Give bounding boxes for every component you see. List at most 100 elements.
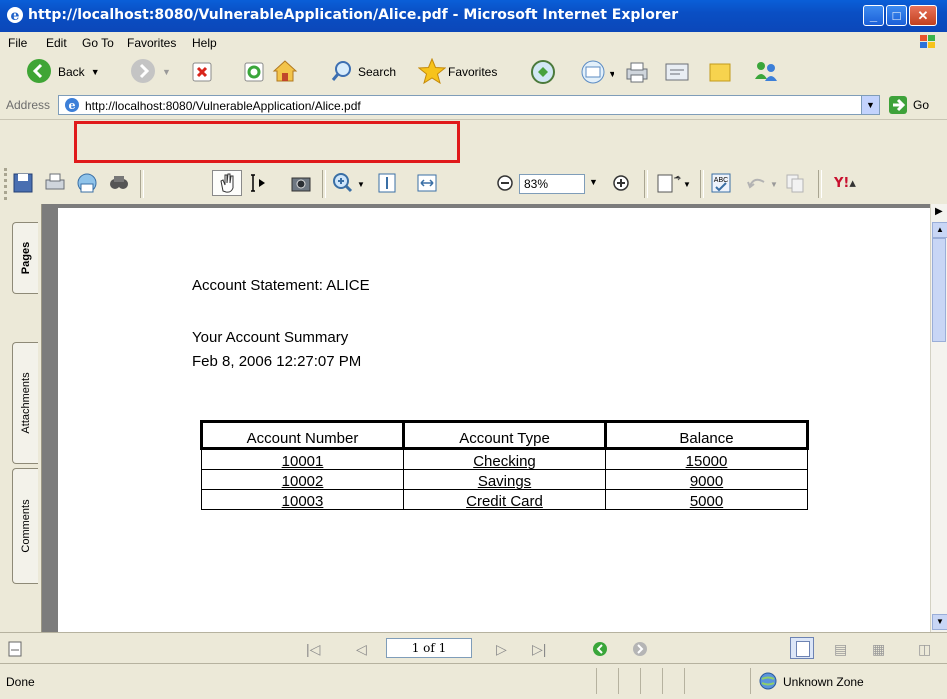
mail-icon[interactable]: ▼	[580, 59, 617, 88]
table-cell: Savings	[403, 469, 606, 490]
zoom-out-icon[interactable]	[496, 174, 518, 196]
acrobat-toolbar: ▼ 83% ▼ ▼ ABC ▼ Y!▴	[0, 164, 947, 205]
document-viewer[interactable]: Account Statement: ALICE Your Account Su…	[42, 204, 930, 632]
zoom-in-icon[interactable]	[612, 174, 634, 196]
go-button[interactable]: Go	[888, 95, 929, 115]
table-row: 10001 Checking 15000	[201, 448, 808, 470]
svg-text:▼: ▼	[770, 180, 778, 189]
address-dropdown-icon[interactable]: ▼	[861, 96, 879, 114]
messenger-icon[interactable]	[752, 59, 780, 88]
back-dropdown-icon[interactable]: ▼	[91, 67, 100, 77]
copy-icon[interactable]	[784, 172, 806, 194]
continuous-layout-icon[interactable]: ▤	[834, 641, 847, 658]
continuous-facing-layout-icon[interactable]: ▦	[872, 641, 885, 658]
column-header-account-number: Account Number	[200, 420, 405, 450]
fit-width-icon[interactable]	[416, 172, 438, 194]
stop-icon[interactable]	[192, 62, 212, 85]
scroll-down-icon[interactable]: ▼	[932, 614, 947, 630]
tab-pages[interactable]: Pages	[12, 222, 38, 294]
separator	[818, 170, 822, 198]
back-button[interactable]: Back ▼	[26, 58, 100, 86]
previous-page-icon[interactable]: ◁	[356, 641, 367, 658]
last-page-icon[interactable]: ▷|	[532, 641, 546, 658]
status-bar: Done Unknown Zone	[0, 663, 947, 699]
scroll-up-icon[interactable]: ▲	[932, 222, 947, 238]
page-number-field[interactable]: 1 of 1	[386, 638, 472, 658]
table-cell: 9000	[605, 469, 808, 490]
table-header-row: Account Number Account Type Balance	[200, 420, 809, 450]
menu-favorites[interactable]: Favorites	[127, 36, 176, 50]
zone-cell: Unknown Zone	[750, 668, 947, 694]
vertical-scrollbar[interactable]: ▶ ▲ ▼	[930, 204, 947, 632]
table-cell: Checking	[403, 448, 606, 470]
zoom-level-field[interactable]: 83%	[519, 174, 585, 194]
column-header-account-type: Account Type	[402, 420, 607, 450]
print-icon[interactable]	[44, 172, 66, 194]
snapshot-icon[interactable]	[290, 172, 312, 194]
print-icon[interactable]	[624, 60, 650, 87]
menu-bar: File Edit Go To Favorites Help	[0, 32, 947, 54]
spell-check-icon[interactable]: ABC	[710, 172, 732, 194]
zoom-dropdown-icon[interactable]: ▼	[589, 177, 598, 187]
menu-edit[interactable]: Edit	[46, 36, 67, 50]
menu-go-to[interactable]: Go To	[82, 36, 114, 50]
tab-comments-label: Comments	[19, 499, 32, 553]
search-button[interactable]: Search	[330, 58, 396, 86]
media-icon[interactable]	[530, 59, 556, 88]
statement-heading: Account Statement: ALICE	[192, 277, 370, 294]
toolbar-grip[interactable]	[4, 168, 11, 200]
page-options-icon[interactable]	[8, 641, 22, 660]
previous-view-icon[interactable]	[592, 641, 608, 660]
first-page-icon[interactable]: |◁	[306, 641, 320, 658]
minimize-button[interactable]: _	[863, 5, 884, 26]
hand-tool-icon[interactable]	[212, 170, 242, 196]
select-text-icon[interactable]	[248, 172, 270, 194]
address-bar: Address e http://localhost:8080/Vulnerab…	[0, 91, 947, 120]
yahoo-logo-icon[interactable]: Y!▴	[834, 176, 856, 191]
favorites-button[interactable]: Favorites	[417, 57, 498, 86]
next-view-icon[interactable]	[632, 641, 648, 660]
tab-attachments[interactable]: Attachments	[12, 342, 38, 464]
single-page-layout-icon[interactable]	[790, 637, 814, 659]
rotate-page-icon[interactable]: ▼	[656, 172, 691, 194]
status-cell	[662, 668, 685, 694]
table-cell: 15000	[605, 448, 808, 470]
title-bar[interactable]: e http://localhost:8080/VulnerableApplic…	[0, 0, 947, 32]
next-page-icon[interactable]: ▷	[496, 641, 507, 658]
save-icon[interactable]	[12, 172, 34, 194]
favorites-label: Favorites	[448, 65, 498, 79]
address-input[interactable]: e http://localhost:8080/VulnerableApplic…	[58, 95, 880, 115]
scroll-page-arrow-icon[interactable]: ▶	[935, 206, 943, 217]
separator	[322, 170, 326, 198]
address-url: http://localhost:8080/VulnerableApplicat…	[85, 99, 361, 113]
email-icon[interactable]	[76, 172, 98, 194]
menu-help[interactable]: Help	[192, 36, 217, 50]
go-arrow-icon	[889, 96, 907, 114]
statement-timestamp: Feb 8, 2006 12:27:07 PM	[192, 353, 362, 370]
find-icon[interactable]	[108, 172, 130, 194]
windows-logo-icon	[918, 33, 938, 54]
svg-text:ABC: ABC	[714, 177, 728, 184]
status-cell	[618, 668, 641, 694]
tab-comments[interactable]: Comments	[12, 468, 38, 584]
refresh-icon[interactable]	[244, 62, 264, 85]
scroll-thumb[interactable]	[932, 238, 946, 342]
folder-icon[interactable]	[708, 60, 732, 87]
zoom-in-tool-icon[interactable]: ▼	[332, 172, 365, 194]
url-highlight-box	[74, 121, 460, 163]
forward-button[interactable]: ▼	[130, 58, 171, 86]
forward-dropdown-icon[interactable]: ▼	[162, 67, 171, 77]
undo-icon[interactable]: ▼	[744, 172, 778, 194]
search-icon	[330, 59, 354, 86]
edit-icon[interactable]	[664, 60, 690, 87]
navigation-pane: Pages Attachments Comments	[0, 204, 42, 632]
status-text: Done	[6, 675, 35, 689]
home-icon[interactable]	[272, 59, 298, 86]
facing-layout-icon[interactable]: ◫	[918, 641, 931, 658]
fit-height-icon[interactable]	[376, 172, 398, 194]
close-button[interactable]: ✕	[909, 5, 937, 26]
maximize-button[interactable]: □	[886, 5, 907, 26]
menu-file[interactable]: File	[8, 36, 27, 50]
security-zone: Unknown Zone	[783, 675, 864, 689]
svg-text:▼: ▼	[683, 180, 690, 189]
